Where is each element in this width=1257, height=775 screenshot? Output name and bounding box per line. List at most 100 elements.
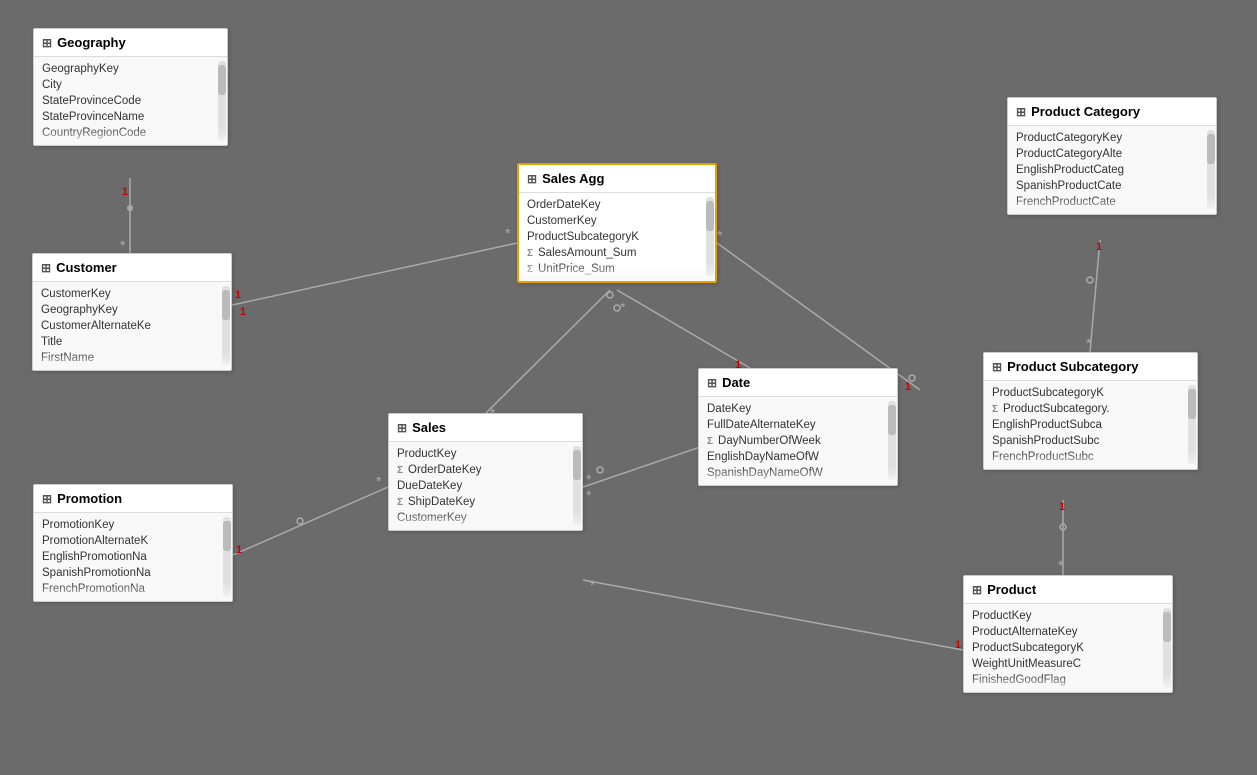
field-row: GeographyKey bbox=[33, 302, 231, 318]
table-header-promotion: ⊞ Promotion bbox=[34, 485, 232, 513]
sigma-icon: Σ bbox=[527, 248, 533, 259]
scrollbar-thumb[interactable] bbox=[223, 521, 231, 551]
field-row: PromotionKey bbox=[34, 517, 232, 533]
svg-text:*: * bbox=[717, 227, 723, 243]
field-row: GeographyKey bbox=[34, 61, 227, 77]
scrollbar-thumb[interactable] bbox=[706, 201, 714, 231]
table-body-sales_agg: OrderDateKeyCustomerKeyProductSubcategor… bbox=[519, 193, 715, 281]
field-row: SpanishProductCate bbox=[1008, 178, 1216, 194]
field-name: EnglishProductCateg bbox=[1016, 164, 1124, 176]
field-row: ΣProductSubcategory. bbox=[984, 401, 1197, 417]
field-row: ΣOrderDateKey bbox=[389, 462, 582, 478]
sigma-icon: Σ bbox=[397, 465, 403, 476]
field-name: PromotionKey bbox=[42, 519, 114, 531]
table-icon-product: ⊞ bbox=[972, 583, 982, 597]
table-icon-geography: ⊞ bbox=[42, 36, 52, 50]
table-card-date[interactable]: ⊞DateDateKeyFullDateAlternateKeyΣDayNumb… bbox=[698, 368, 898, 486]
field-name: SpanishPromotionNa bbox=[42, 567, 151, 579]
svg-text:*: * bbox=[1058, 557, 1064, 573]
scrollbar-thumb[interactable] bbox=[888, 405, 896, 435]
table-label-sales_agg: Sales Agg bbox=[542, 171, 604, 186]
table-header-date: ⊞Date bbox=[699, 369, 897, 397]
field-name: SalesAmount_Sum bbox=[538, 247, 636, 259]
table-body-customer: CustomerKeyGeographyKey CustomerAlternate… bbox=[33, 282, 231, 370]
table-header-sales_agg: ⊞ Sales Agg bbox=[519, 165, 715, 193]
field-row: Title bbox=[33, 334, 231, 350]
table-card-geography[interactable]: ⊞ Geography GeographyKeyCityStateProvinceC… bbox=[33, 28, 228, 146]
field-name: CustomerAlternateKe bbox=[41, 320, 151, 332]
table-fade bbox=[34, 583, 232, 601]
table-icon-sales_agg: ⊞ bbox=[527, 172, 537, 186]
table-label-sales: Sales bbox=[412, 420, 446, 435]
field-row: StateProvinceName bbox=[34, 109, 227, 125]
table-card-product_category[interactable]: ⊞Product CategoryProductCategoryKeyProdu… bbox=[1007, 97, 1217, 215]
table-fade bbox=[34, 127, 227, 145]
field-name: EnglishDayNameOfW bbox=[707, 451, 819, 463]
field-row: CustomerKey bbox=[519, 213, 715, 229]
svg-text:*: * bbox=[505, 225, 511, 241]
scrollbar-thumb[interactable] bbox=[218, 65, 226, 95]
table-body-geography: GeographyKeyCityStateProvinceCodeStatePr… bbox=[34, 57, 227, 145]
svg-text:*: * bbox=[1086, 335, 1092, 351]
table-icon-sales: ⊞ bbox=[397, 421, 407, 435]
field-row: ΣShipDateKey bbox=[389, 494, 582, 510]
scrollbar-thumb[interactable] bbox=[573, 450, 581, 480]
field-name: StateProvinceName bbox=[42, 111, 144, 123]
field-name: ProductCategoryAlte bbox=[1016, 148, 1122, 160]
field-row: Σ SalesAmount_Sum bbox=[519, 245, 715, 261]
sigma-icon: Σ bbox=[992, 404, 998, 415]
table-label-customer: Customer bbox=[56, 260, 117, 275]
svg-text:1: 1 bbox=[955, 639, 961, 651]
field-name: StateProvinceCode bbox=[42, 95, 141, 107]
field-name: EnglishProductSubca bbox=[992, 419, 1102, 431]
table-body-sales: ProductKeyΣOrderDateKey DueDateKey ΣShipDa… bbox=[389, 442, 582, 530]
field-row: ProductAlternateKey bbox=[964, 624, 1172, 640]
table-card-product[interactable]: ⊞Product ProductKey ProductAlternateKey Pro… bbox=[963, 575, 1173, 693]
field-name: DueDateKey bbox=[397, 480, 462, 492]
table-header-product: ⊞Product bbox=[964, 576, 1172, 604]
table-fade bbox=[1008, 196, 1216, 214]
field-row: CustomerKey bbox=[33, 286, 231, 302]
sigma-icon: Σ bbox=[707, 436, 713, 447]
table-fade bbox=[984, 451, 1197, 469]
table-header-product_subcategory: ⊞Product Subcategory bbox=[984, 353, 1197, 381]
scrollbar-thumb[interactable] bbox=[1188, 389, 1196, 419]
field-row: WeightUnitMeasureC bbox=[964, 656, 1172, 672]
field-row: ProductKey bbox=[389, 446, 582, 462]
field-row: EnglishProductCateg bbox=[1008, 162, 1216, 178]
table-label-product_subcategory: Product Subcategory bbox=[1007, 359, 1138, 374]
table-card-sales_agg[interactable]: ⊞ Sales Agg OrderDateKeyCustomerKeyProduct… bbox=[517, 163, 717, 283]
table-label-promotion: Promotion bbox=[57, 491, 122, 506]
table-card-customer[interactable]: ⊞CustomerCustomerKeyGeographyKeyCustomer… bbox=[32, 253, 232, 371]
field-row: StateProvinceCode bbox=[34, 93, 227, 109]
scrollbar-thumb[interactable] bbox=[222, 290, 230, 320]
field-name: ProductKey bbox=[972, 610, 1031, 622]
field-name: EnglishPromotionNa bbox=[42, 551, 147, 563]
svg-text:1: 1 bbox=[1096, 241, 1102, 253]
field-row: SpanishProductSubc bbox=[984, 433, 1197, 449]
field-row: ProductCategoryAlte bbox=[1008, 146, 1216, 162]
table-card-promotion[interactable]: ⊞ Promotion PromotionKeyPromotionAlternate… bbox=[33, 484, 233, 602]
table-card-product_subcategory[interactable]: ⊞Product SubcategoryProductSubcategoryKΣ… bbox=[983, 352, 1198, 470]
field-row: ProductSubcategoryK bbox=[984, 385, 1197, 401]
field-row: FullDateAlternateKey bbox=[699, 417, 897, 433]
svg-text:1: 1 bbox=[236, 544, 242, 556]
field-name: GeographyKey bbox=[42, 63, 119, 75]
svg-text:*: * bbox=[376, 473, 382, 489]
field-row: EnglishProductSubca bbox=[984, 417, 1197, 433]
table-card-sales[interactable]: ⊞ Sales ProductKeyΣOrderDateKey DueDateKey Σ… bbox=[388, 413, 583, 531]
field-name: CustomerKey bbox=[527, 215, 597, 227]
table-icon-product_category: ⊞ bbox=[1016, 105, 1026, 119]
table-body-promotion: PromotionKeyPromotionAlternateKEnglishPr… bbox=[34, 513, 232, 601]
scrollbar-thumb[interactable] bbox=[1207, 134, 1215, 164]
field-name: ProductSubcategoryK bbox=[972, 642, 1084, 654]
table-header-sales: ⊞ Sales bbox=[389, 414, 582, 442]
table-body-product_subcategory: ProductSubcategoryKΣProductSubcategory. E… bbox=[984, 381, 1197, 469]
scrollbar-thumb[interactable] bbox=[1163, 612, 1171, 642]
field-row: ProductCategoryKey bbox=[1008, 130, 1216, 146]
table-header-geography: ⊞ Geography bbox=[34, 29, 227, 57]
table-label-geography: Geography bbox=[57, 35, 126, 50]
field-name: SpanishProductCate bbox=[1016, 180, 1121, 192]
table-fade bbox=[519, 263, 715, 281]
table-icon-promotion: ⊞ bbox=[42, 492, 52, 506]
